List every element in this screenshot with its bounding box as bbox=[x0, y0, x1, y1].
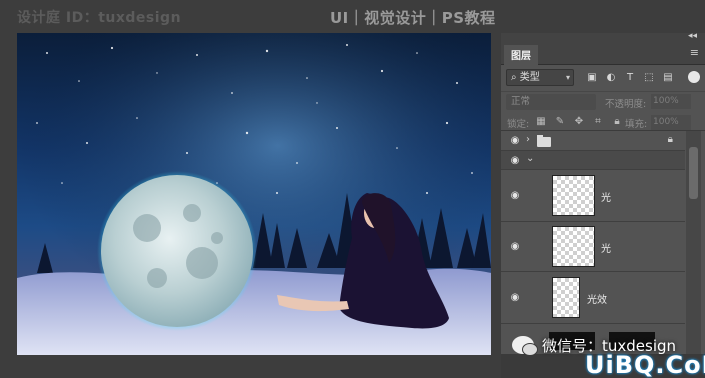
lock-icons: ▦ ✎ ✥ ⌗ 🔒︎ bbox=[535, 115, 623, 128]
layer-thumbnail bbox=[552, 226, 595, 267]
layer-filter-row: ⌕ 类型 ▾ ▣ ◐ T ⬚ ▤ bbox=[501, 67, 705, 89]
layer-name[interactable]: 光 bbox=[601, 240, 611, 255]
scrollbar-thumb[interactable] bbox=[689, 147, 698, 199]
search-icon: ⌕ bbox=[511, 72, 517, 83]
filter-type-icon[interactable]: T bbox=[623, 71, 637, 85]
eye-icon[interactable]: ◉ bbox=[508, 241, 522, 252]
canvas-artwork bbox=[17, 33, 491, 355]
filter-smart-object-icon[interactable]: ▤ bbox=[661, 71, 675, 85]
filter-kind-value: 类型 bbox=[519, 72, 540, 83]
layer-row[interactable]: ◉ 光 bbox=[501, 170, 685, 222]
chevron-down-icon[interactable]: ⌄ bbox=[526, 153, 534, 164]
top-watermark-bar: 设计庭 ID：tuxdesign UI｜视觉设计｜PS教程 bbox=[0, 0, 705, 32]
fill-label: 填充: bbox=[625, 119, 648, 130]
eye-icon[interactable]: ◉ bbox=[508, 135, 522, 146]
lock-position-icon[interactable]: ✥ bbox=[573, 115, 585, 128]
lock-icon: 🔒︎ bbox=[667, 134, 673, 145]
fill-input[interactable]: 100% bbox=[651, 115, 691, 130]
layer-row[interactable]: ◉ 光效 bbox=[501, 272, 685, 324]
layer-thumbnail bbox=[552, 175, 595, 216]
wechat-icon bbox=[512, 336, 538, 356]
blend-row: 正常 不透明度: 100% bbox=[501, 91, 705, 111]
watermark-id: 设计庭 ID：tuxdesign bbox=[17, 10, 182, 26]
filter-adjustment-icon[interactable]: ◐ bbox=[604, 71, 618, 85]
site-logo: UiBQ.CoM bbox=[585, 351, 705, 378]
layer-name[interactable]: 光 bbox=[601, 189, 611, 204]
document-canvas[interactable] bbox=[17, 33, 491, 355]
panel-tabbar: 图层 ≡ bbox=[501, 43, 705, 65]
filter-kind-select[interactable]: ⌕ 类型 ▾ bbox=[506, 69, 574, 86]
folder-icon bbox=[537, 135, 551, 147]
layer-group-row[interactable]: ◉ ⌄ bbox=[501, 151, 685, 170]
layer-thumbnail bbox=[552, 277, 580, 318]
layer-group-row[interactable]: ◉ › 🔒︎ bbox=[501, 131, 685, 151]
lock-paint-icon[interactable]: ✎ bbox=[554, 115, 566, 128]
chevron-right-icon[interactable]: › bbox=[526, 134, 530, 145]
layers-panel: ◂◂ 图层 ≡ ⌕ 类型 ▾ ▣ ◐ T ⬚ ▤ 正常 不透明度: 100% 锁… bbox=[501, 31, 705, 378]
eye-icon[interactable]: ◉ bbox=[508, 190, 522, 201]
filter-toggle[interactable] bbox=[688, 71, 700, 83]
chevron-down-icon: ▾ bbox=[565, 73, 570, 82]
filter-pixel-icon[interactable]: ▣ bbox=[585, 71, 599, 85]
opacity-input[interactable]: 100% bbox=[651, 94, 691, 109]
opacity-label: 不透明度: bbox=[605, 99, 647, 110]
moon bbox=[101, 175, 253, 327]
eye-icon[interactable]: ◉ bbox=[508, 155, 522, 166]
lock-label: 锁定: bbox=[507, 119, 530, 130]
lock-artboard-icon[interactable]: ⌗ bbox=[592, 115, 604, 128]
lock-transparency-icon[interactable]: ▦ bbox=[535, 115, 547, 128]
panel-header: ◂◂ bbox=[501, 31, 705, 43]
layer-row[interactable]: ◉ 光 bbox=[501, 222, 685, 272]
tab-layers[interactable]: 图层 bbox=[504, 45, 538, 65]
panel-menu-icon[interactable]: ≡ bbox=[690, 46, 699, 59]
eye-icon[interactable]: ◉ bbox=[508, 292, 522, 303]
filter-icons: ▣ ◐ T ⬚ ▤ bbox=[585, 71, 675, 85]
collapse-panel-icon[interactable]: ◂◂ bbox=[688, 31, 697, 41]
blend-mode-select[interactable]: 正常 bbox=[506, 94, 596, 110]
filter-shape-icon[interactable]: ⬚ bbox=[642, 71, 656, 85]
layers-scrollbar[interactable] bbox=[686, 131, 701, 371]
lock-all-icon[interactable]: 🔒︎ bbox=[611, 115, 623, 128]
watermark-title: UI｜视觉设计｜PS教程 bbox=[330, 9, 496, 27]
layer-name[interactable]: 光效 bbox=[587, 291, 607, 306]
lock-row: 锁定: ▦ ✎ ✥ ⌗ 🔒︎ 填充: 100% bbox=[501, 113, 705, 131]
